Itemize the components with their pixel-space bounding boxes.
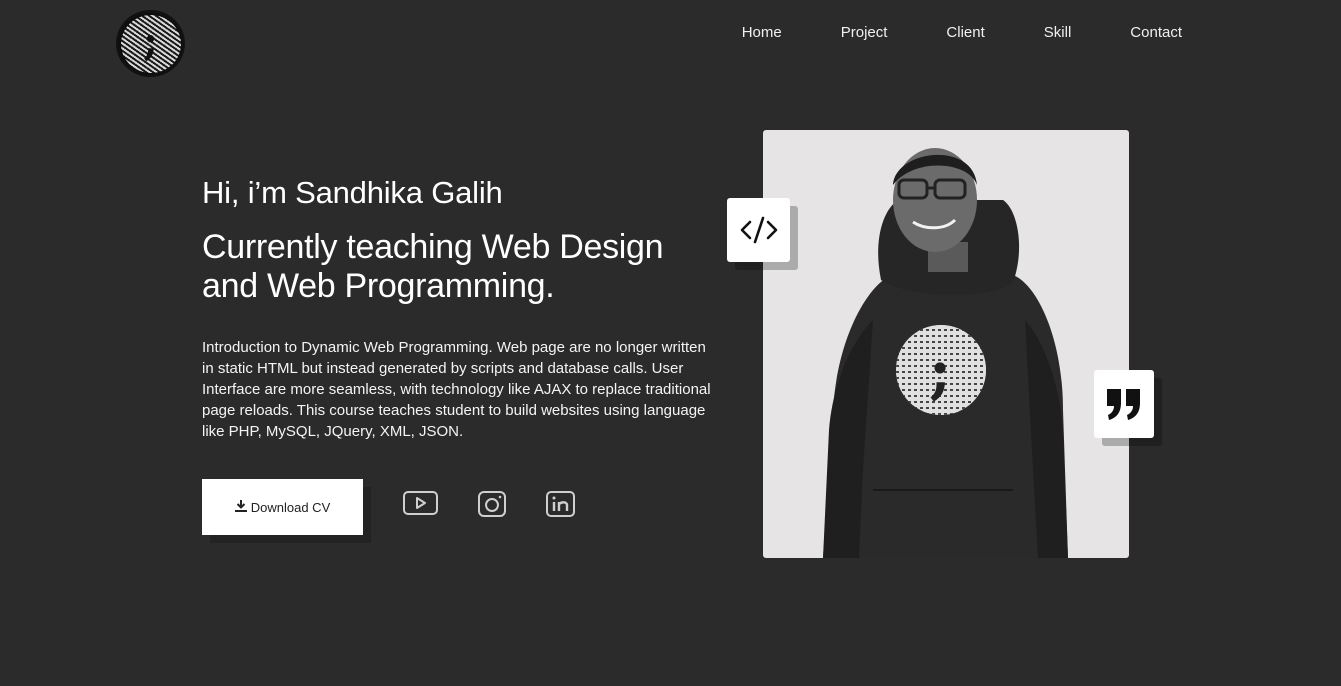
download-cv-label: Download CV — [250, 499, 331, 515]
instagram-icon[interactable] — [478, 490, 506, 518]
quote-icon — [1094, 370, 1154, 438]
hero-intro: Introduction to Dynamic Web Programming.… — [202, 339, 711, 440]
svg-text:;: ; — [929, 337, 951, 407]
code-icon — [727, 198, 790, 262]
nav-item-client[interactable]: Client — [946, 24, 984, 41]
nav-item-project[interactable]: Project — [841, 24, 888, 41]
main-nav: Home Project Client Skill Contact — [742, 24, 1182, 41]
download-icon — [234, 499, 247, 515]
profile-photo: ; — [763, 130, 1129, 558]
nav-item-skill[interactable]: Skill — [1044, 24, 1072, 41]
nav-item-home[interactable]: Home — [742, 24, 782, 41]
download-cv-button[interactable]: Download CV — [202, 479, 363, 535]
youtube-icon[interactable] — [403, 490, 438, 516]
logo[interactable] — [116, 10, 185, 77]
nav-item-contact[interactable]: Contact — [1130, 24, 1182, 41]
logo-emblem-icon — [120, 14, 181, 73]
linkedin-icon[interactable] — [546, 490, 575, 518]
hero-headline: Currently teaching Web Design and Web Pr… — [202, 228, 664, 305]
hero-greeting: Hi, i’m Sandhika Galih — [202, 175, 503, 210]
